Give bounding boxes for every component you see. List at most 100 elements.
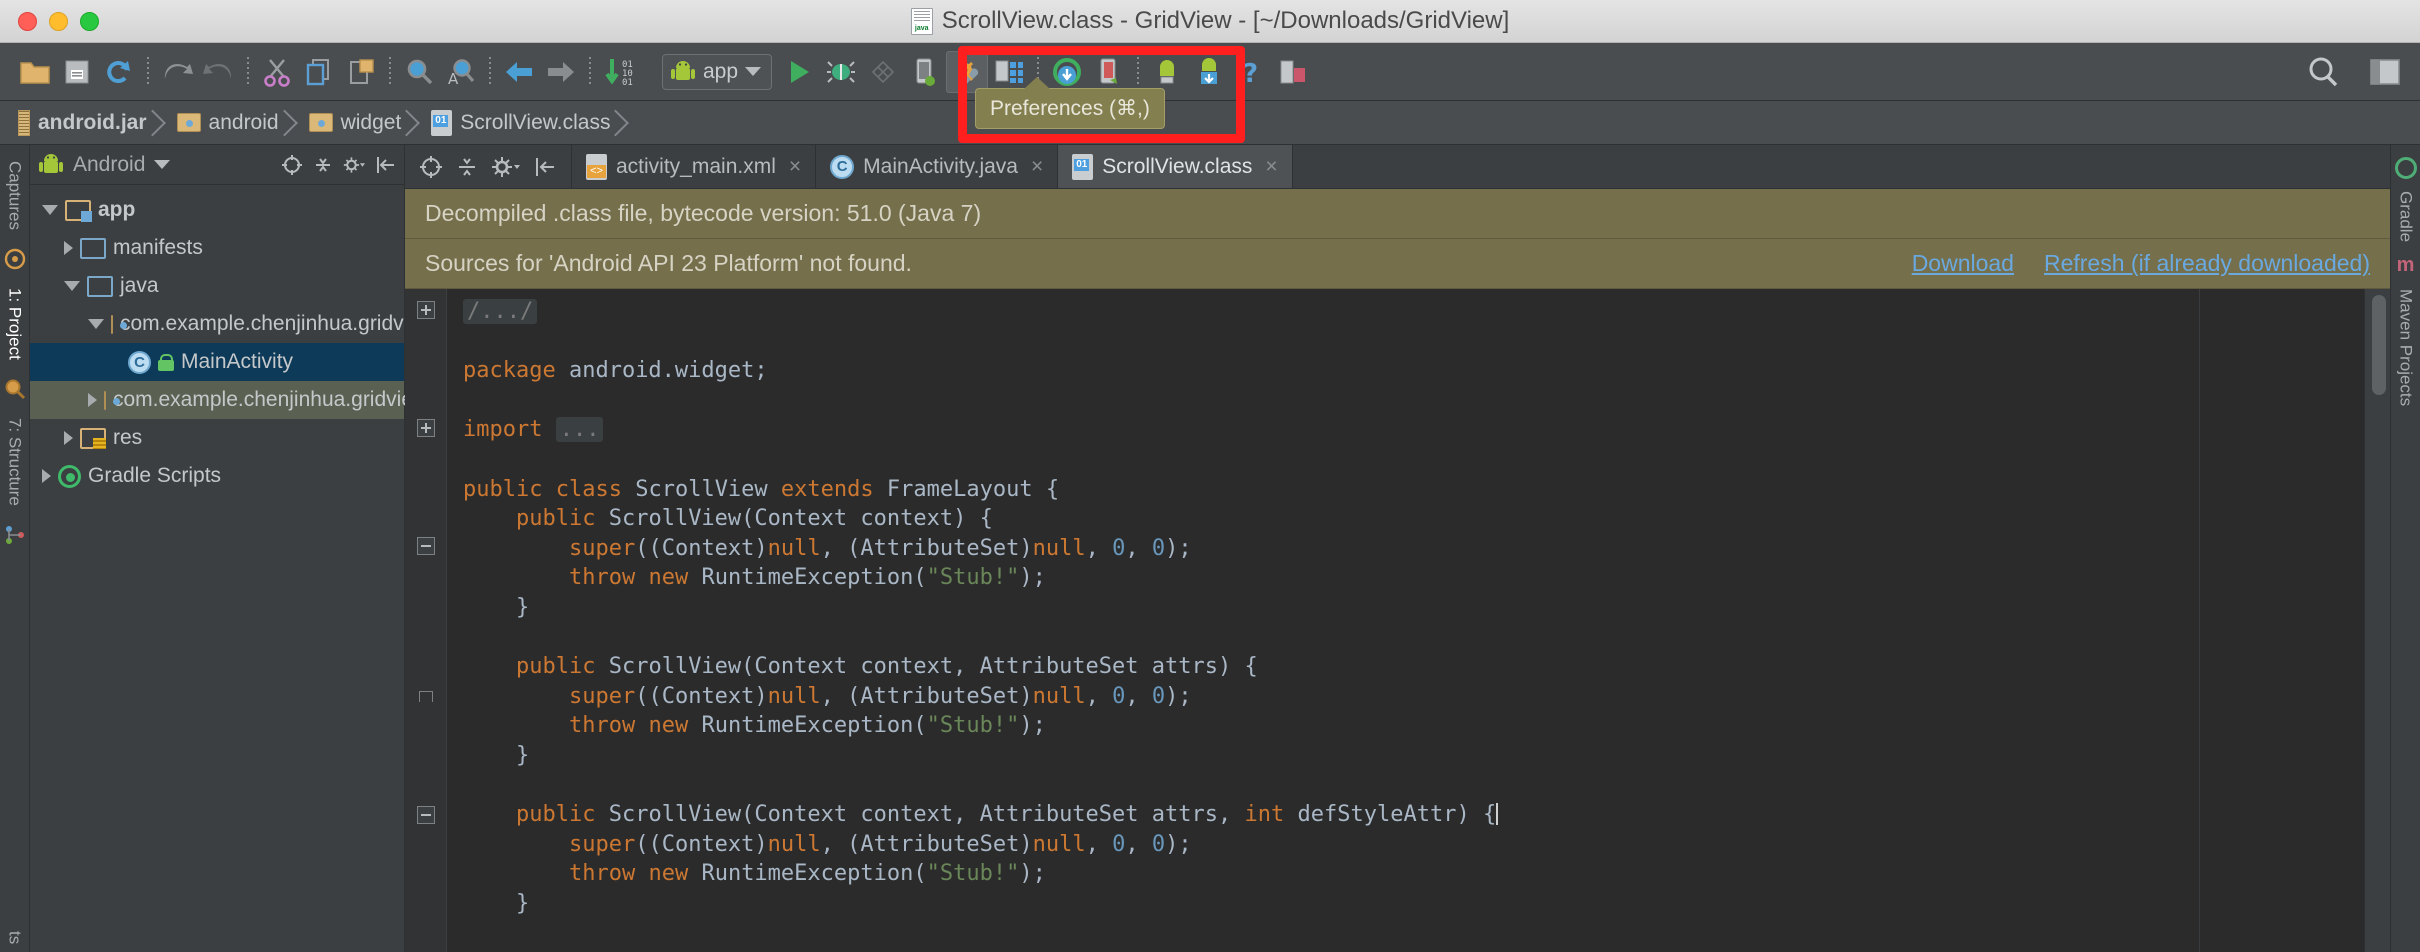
- debug-button[interactable]: [820, 51, 862, 93]
- fold-end-icon[interactable]: [417, 687, 435, 705]
- package-icon: [176, 113, 201, 132]
- tree-node-package-androidtest[interactable]: com.example.chenjinhua.gridview (a: [30, 381, 453, 419]
- back-button[interactable]: [498, 51, 540, 93]
- breadcrumb-label: android: [208, 110, 279, 134]
- scissors-icon: [264, 58, 290, 87]
- chevron-right-icon[interactable]: [64, 431, 73, 445]
- tab-scrollview-class[interactable]: ScrollView.class ×: [1058, 145, 1293, 188]
- chevron-down-icon[interactable]: [154, 160, 171, 169]
- class-file-icon: [1072, 153, 1094, 180]
- compile-button[interactable]: 01 10 01: [598, 51, 656, 93]
- magnifier-a-icon: A: [448, 58, 475, 87]
- sdk-sync-button[interactable]: [1046, 51, 1088, 93]
- rail-item-captures[interactable]: Captures: [5, 153, 25, 238]
- close-icon[interactable]: ×: [1265, 155, 1277, 179]
- forward-button[interactable]: [540, 51, 582, 93]
- source-code[interactable]: /.../ package android.widget; import ...…: [447, 289, 2364, 952]
- redo-arrow-icon: [203, 63, 232, 79]
- chevron-down-icon[interactable]: [88, 319, 104, 329]
- sync-project-button[interactable]: [98, 51, 140, 93]
- open-project-button[interactable]: [14, 51, 56, 93]
- avd-manager-button[interactable]: [1146, 51, 1188, 93]
- tree-node-label: java: [120, 274, 159, 297]
- instant-run-button[interactable]: [862, 51, 904, 93]
- toolbar-separator: [147, 56, 149, 87]
- bug-icon: [827, 60, 856, 83]
- module-selector[interactable]: app: [662, 53, 773, 90]
- rail-item-maven[interactable]: Maven Projects: [2396, 281, 2416, 414]
- close-icon[interactable]: ×: [789, 155, 801, 179]
- magnifier-icon: [407, 59, 433, 84]
- hide-panel-icon[interactable]: [374, 154, 396, 176]
- tree-node-mainactivity[interactable]: C MainActivity: [30, 343, 404, 381]
- help-button[interactable]: ?: [1230, 51, 1272, 93]
- tree-node-gradle-scripts[interactable]: Gradle Scripts: [30, 457, 404, 495]
- banner-message: Decompiled .class file, bytecode version…: [425, 200, 982, 226]
- sdk-manager-button[interactable]: [1188, 51, 1230, 93]
- download-sources-link[interactable]: Download: [1912, 250, 2014, 277]
- replace-button[interactable]: A: [440, 51, 482, 93]
- tree-node-java[interactable]: java: [30, 267, 404, 305]
- vertical-scrollbar-thumb[interactable]: [2372, 295, 2386, 395]
- copy-button[interactable]: [298, 51, 340, 93]
- tree-node-res[interactable]: res: [30, 419, 404, 457]
- refresh-sources-link[interactable]: Refresh (if already downloaded): [2044, 250, 2370, 277]
- tree-node-package-main[interactable]: com.example.chenjinhua.gridview: [30, 305, 435, 343]
- code-marker-gutter[interactable]: [2364, 289, 2390, 952]
- paste-button[interactable]: [340, 51, 382, 93]
- close-icon[interactable]: ×: [1031, 155, 1043, 179]
- res-folder-icon: [80, 427, 106, 449]
- settings-gear-icon[interactable]: [343, 154, 365, 176]
- breadcrumb-item-class[interactable]: ScrollView.class: [415, 101, 624, 144]
- save-all-button[interactable]: [56, 51, 98, 93]
- main-toolbar: A 01 10 01 app ?: [0, 43, 2420, 143]
- cut-button[interactable]: [256, 51, 298, 93]
- fold-expand-icon[interactable]: [416, 419, 435, 437]
- code-fold-imports[interactable]: ...: [555, 417, 604, 443]
- tree-node-manifests[interactable]: manifests: [30, 229, 404, 267]
- search-everywhere-button[interactable]: [2302, 51, 2344, 93]
- gear-wrench-icon: [960, 59, 979, 86]
- chevron-right-icon[interactable]: [42, 469, 51, 483]
- breadcrumb-item-jar[interactable]: android.jar: [0, 101, 161, 144]
- fold-collapse-icon[interactable]: [416, 537, 435, 555]
- breadcrumb-item-android[interactable]: android: [161, 101, 293, 144]
- run-button[interactable]: [778, 51, 820, 93]
- close-button[interactable]: [18, 11, 37, 31]
- settings-icon[interactable]: [491, 155, 521, 179]
- fold-collapse-icon[interactable]: [416, 806, 435, 824]
- expand-collapse-icon[interactable]: [455, 155, 479, 179]
- collapse-all-icon[interactable]: [312, 154, 334, 176]
- chevron-right-icon[interactable]: [64, 241, 73, 255]
- fold-expand-icon[interactable]: [416, 301, 435, 319]
- redo-button[interactable]: [198, 51, 240, 93]
- avd-device-button[interactable]: [904, 51, 946, 93]
- zoom-button[interactable]: [80, 11, 99, 31]
- hide-panel-icon[interactable]: [533, 155, 557, 179]
- rail-item-bottom[interactable]: ts: [5, 923, 25, 952]
- rail-item-gradle[interactable]: Gradle: [2396, 183, 2416, 250]
- chevron-right-icon[interactable]: [88, 393, 97, 407]
- sync-icon: [107, 60, 130, 83]
- locate-icon[interactable]: [419, 155, 443, 179]
- rail-item-project[interactable]: 1: Project: [5, 280, 25, 368]
- preferences-button[interactable]: [946, 50, 989, 93]
- banner-message: Sources for 'Android API 23 Platform' no…: [425, 250, 912, 276]
- layout-inspector-button[interactable]: [1088, 51, 1130, 93]
- undo-button[interactable]: [156, 51, 198, 93]
- save-icon: [65, 60, 89, 83]
- chevron-down-icon[interactable]: [64, 281, 80, 291]
- minimize-button[interactable]: [49, 11, 68, 31]
- rail-item-structure[interactable]: 7: Structure: [5, 410, 25, 514]
- tab-activity-main-xml[interactable]: activity_main.xml ×: [572, 145, 817, 188]
- code-fold-comment[interactable]: /.../: [463, 299, 538, 324]
- tab-mainactivity-java[interactable]: C MainActivity.java ×: [816, 145, 1059, 188]
- chevron-down-icon[interactable]: [42, 205, 58, 215]
- breadcrumb-item-widget[interactable]: widget: [293, 101, 416, 144]
- tree-node-app[interactable]: app: [30, 191, 404, 229]
- target-icon[interactable]: [281, 154, 303, 176]
- vcs-button[interactable]: [1272, 51, 1314, 93]
- find-button[interactable]: [398, 51, 440, 93]
- layout-toggle-button[interactable]: [2364, 51, 2406, 93]
- phone-android-icon: [916, 58, 936, 86]
